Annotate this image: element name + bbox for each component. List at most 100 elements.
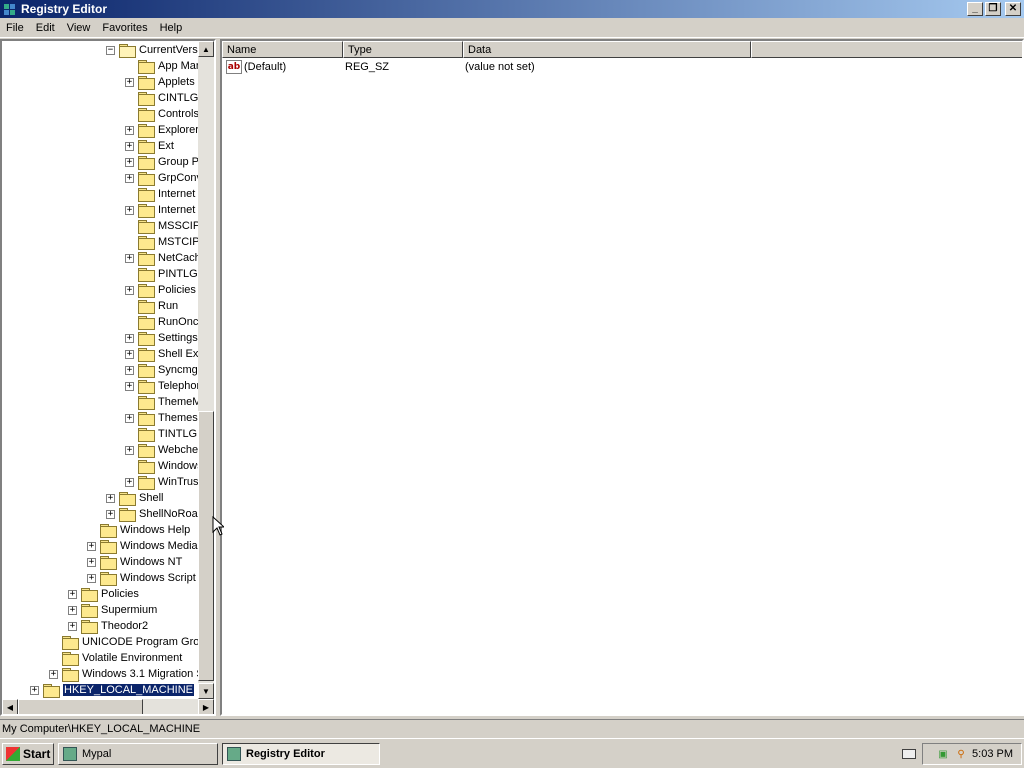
tree-horizontal-scrollbar[interactable]: ◀ ▶: [2, 699, 214, 714]
expand-icon[interactable]: +: [125, 365, 134, 375]
tree-item[interactable]: + ShellNoRoam: [106, 506, 198, 522]
tree-item[interactable]: + Policies: [68, 586, 139, 602]
tree-item[interactable]: Run: [125, 298, 178, 314]
tree-item[interactable]: Internet: [125, 186, 195, 202]
expand-icon[interactable]: +: [125, 157, 134, 167]
expand-icon[interactable]: +: [125, 125, 134, 135]
menu-view[interactable]: View: [61, 22, 97, 34]
tree-item[interactable]: + Webche: [125, 442, 198, 458]
expand-icon[interactable]: +: [125, 141, 134, 151]
tree-item[interactable]: + Themes: [125, 410, 198, 426]
column-header-data[interactable]: Data: [463, 41, 751, 58]
expand-icon[interactable]: +: [125, 445, 134, 455]
tree-item[interactable]: + Windows Script H: [87, 570, 198, 586]
scroll-left-button[interactable]: ◀: [2, 699, 18, 714]
expand-icon[interactable]: +: [68, 621, 77, 631]
expand-icon[interactable]: +: [49, 669, 58, 679]
tree-item[interactable]: + Policies: [125, 282, 196, 298]
keyboard-icon[interactable]: [902, 749, 916, 759]
tree-item[interactable]: + Explorer: [125, 122, 198, 138]
expand-icon[interactable]: +: [125, 205, 134, 215]
expand-icon[interactable]: +: [87, 557, 96, 567]
tree-item-label: TINTLGN: [158, 428, 198, 440]
expand-icon[interactable]: +: [125, 333, 134, 343]
menu-favorites[interactable]: Favorites: [96, 22, 153, 34]
expand-icon[interactable]: +: [125, 477, 134, 487]
menu-help[interactable]: Help: [154, 22, 189, 34]
tree-vertical-scrollbar[interactable]: ▲ ▼: [198, 41, 214, 699]
expand-icon[interactable]: +: [125, 381, 134, 391]
tree-item[interactable]: Volatile Environment: [49, 650, 182, 666]
taskbar-button-mypal[interactable]: Mypal: [58, 742, 218, 765]
restore-button[interactable]: ❐: [985, 2, 1001, 16]
tree-item[interactable]: PINTLGN: [125, 266, 198, 282]
tree-item[interactable]: + Telephor: [125, 378, 198, 394]
tree-item[interactable]: Windows Help: [87, 522, 190, 538]
expand-icon[interactable]: +: [125, 349, 134, 359]
expand-icon[interactable]: +: [68, 589, 77, 599]
menu-edit[interactable]: Edit: [30, 22, 61, 34]
column-header-name[interactable]: Name: [222, 41, 343, 58]
tree-item[interactable]: + Windows 3.1 Migration S: [49, 666, 198, 682]
tree-item[interactable]: UNICODE Program Grou: [49, 634, 198, 650]
expand-icon[interactable]: +: [125, 173, 134, 183]
scroll-down-button[interactable]: ▼: [198, 683, 214, 699]
tree-item[interactable]: − CurrentVers: [106, 42, 198, 58]
search-icon[interactable]: ⚲: [954, 747, 968, 761]
scroll-up-button[interactable]: ▲: [198, 41, 214, 57]
expand-icon[interactable]: +: [68, 605, 77, 615]
start-button[interactable]: Start: [2, 742, 54, 765]
tree-item[interactable]: MSSCIPI: [125, 218, 198, 234]
scroll-right-button[interactable]: ▶: [198, 699, 214, 714]
tree-item[interactable]: + HKEY_LOCAL_MACHINE: [30, 682, 195, 698]
registry-tree[interactable]: − CurrentVers App Mar + Applets CINTLGN Contro…: [0, 39, 216, 716]
tree-item[interactable]: MSTCIPH: [125, 234, 198, 250]
expand-icon[interactable]: +: [87, 541, 96, 551]
tree-item[interactable]: + Windows NT: [87, 554, 182, 570]
value-row[interactable]: ab (Default) REG_SZ (value not set): [222, 59, 535, 75]
tree-item[interactable]: + Shell Ext: [125, 346, 198, 362]
tree-item[interactable]: App Mar: [125, 58, 198, 74]
tree-item[interactable]: Windows: [125, 458, 198, 474]
taskbar-button-registry-editor[interactable]: Registry Editor: [222, 742, 380, 765]
horizontal-scroll-thumb[interactable]: [18, 699, 143, 714]
expand-icon[interactable]: +: [106, 509, 115, 519]
minimize-button[interactable]: _: [967, 2, 983, 16]
tree-item[interactable]: Controls: [125, 106, 198, 122]
scroll-track[interactable]: [143, 699, 198, 714]
expand-icon[interactable]: +: [106, 493, 115, 503]
tree-item[interactable]: + Ext: [125, 138, 174, 154]
tree-item[interactable]: + Shell: [106, 490, 163, 506]
close-button[interactable]: ✕: [1005, 2, 1021, 16]
expand-icon[interactable]: +: [125, 413, 134, 423]
tree-item[interactable]: + Syncmgr: [125, 362, 198, 378]
vertical-scroll-thumb[interactable]: [198, 411, 214, 681]
tree-item[interactable]: TINTLGN: [125, 426, 198, 442]
tree-item[interactable]: + Settings: [125, 330, 198, 346]
tree-item[interactable]: + NetCach: [125, 250, 198, 266]
tree-item[interactable]: + Group P: [125, 154, 198, 170]
tree-item[interactable]: RunOnce: [125, 314, 198, 330]
tree-item[interactable]: + Supermium: [68, 602, 157, 618]
expand-icon[interactable]: +: [125, 77, 134, 87]
clock[interactable]: 5:03 PM: [972, 748, 1013, 760]
tree-item[interactable]: + GrpConv: [125, 170, 198, 186]
tree-item[interactable]: + Applets: [125, 74, 195, 90]
tree-item-label: App Mar: [158, 60, 198, 72]
collapse-icon[interactable]: −: [106, 45, 115, 55]
tree-item[interactable]: ThemeM: [125, 394, 198, 410]
tree-item-label: Shell: [139, 492, 164, 504]
expand-icon[interactable]: +: [125, 285, 134, 295]
expand-icon[interactable]: +: [125, 253, 134, 263]
tree-item[interactable]: + Internet: [125, 202, 195, 218]
values-list[interactable]: Name Type Data ab (Default) REG_SZ (valu…: [220, 39, 1024, 716]
column-header-type[interactable]: Type: [343, 41, 463, 58]
tree-item[interactable]: + WinTrus: [125, 474, 198, 490]
expand-icon[interactable]: +: [30, 685, 39, 695]
tree-item[interactable]: + Windows Media: [87, 538, 198, 554]
menu-file[interactable]: File: [0, 22, 30, 34]
expand-icon[interactable]: +: [87, 573, 96, 583]
network-icon[interactable]: ▣: [936, 747, 950, 761]
tree-item[interactable]: CINTLGN: [125, 90, 198, 106]
tree-item[interactable]: + Theodor2: [68, 618, 148, 634]
